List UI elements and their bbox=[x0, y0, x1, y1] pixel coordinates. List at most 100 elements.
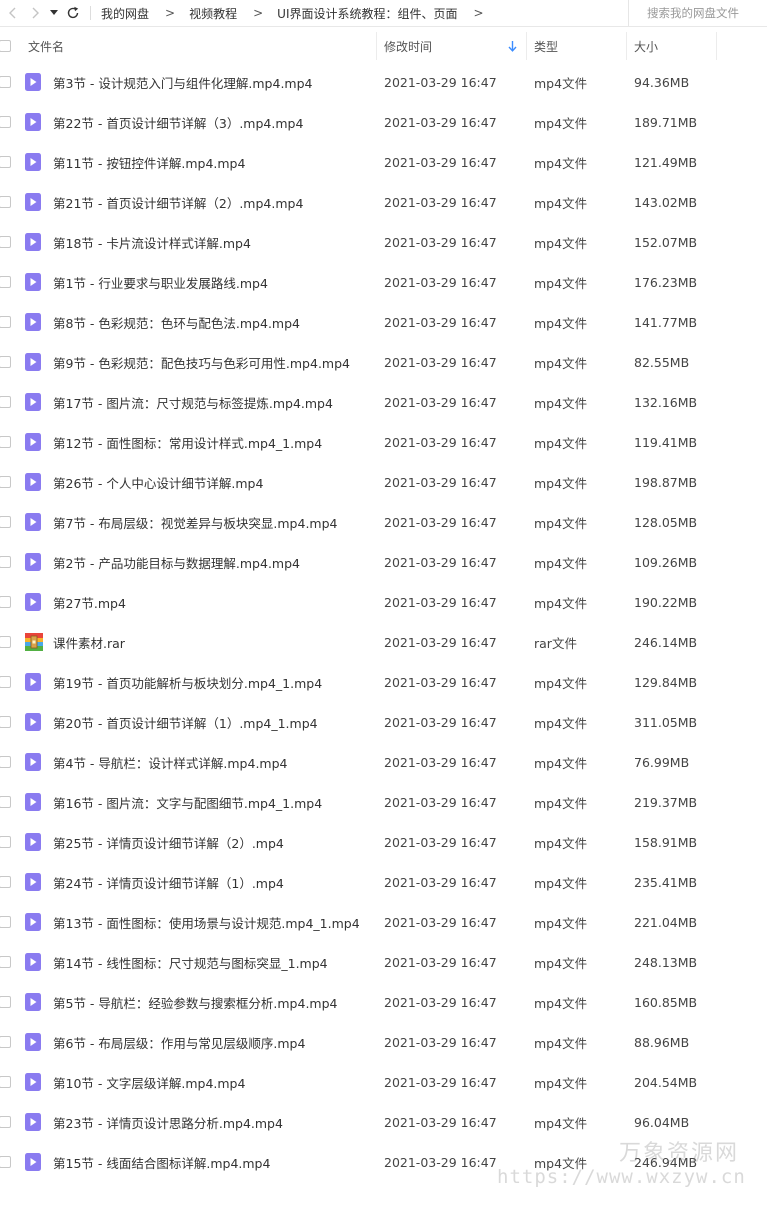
file-row[interactable]: 第14节 - 线性图标：尺寸规范与图标突显_1.mp4 2021-03-29 16… bbox=[0, 942, 767, 982]
file-name[interactable]: 第3节 - 设计规范入门与组件化理解.mp4.mp4 bbox=[53, 62, 313, 102]
file-row[interactable]: 第16节 - 图片流：文字与配图细节.mp4_1.mp4 2021-03-29 1… bbox=[0, 782, 767, 822]
file-row[interactable]: 第4节 - 导航栏：设计样式详解.mp4.mp4 2021-03-29 16:47… bbox=[0, 742, 767, 782]
row-checkbox[interactable] bbox=[0, 756, 11, 768]
select-all-checkbox[interactable] bbox=[0, 40, 11, 52]
file-name[interactable]: 第15节 - 线面结合图标详解.mp4.mp4 bbox=[53, 1142, 270, 1182]
column-divider[interactable] bbox=[526, 32, 527, 60]
row-checkbox[interactable] bbox=[0, 436, 11, 448]
file-row[interactable]: 第2节 - 产品功能目标与数据理解.mp4.mp4 2021-03-29 16:4… bbox=[0, 542, 767, 582]
row-checkbox[interactable] bbox=[0, 836, 11, 848]
refresh-icon[interactable] bbox=[62, 2, 84, 24]
row-checkbox[interactable] bbox=[0, 1156, 11, 1168]
file-name[interactable]: 第20节 - 首页设计细节详解（1）.mp4_1.mp4 bbox=[53, 702, 318, 742]
row-checkbox[interactable] bbox=[0, 476, 11, 488]
file-name[interactable]: 第11节 - 按钮控件详解.mp4.mp4 bbox=[53, 142, 245, 182]
file-row[interactable]: 第5节 - 导航栏：经验参数与搜索框分析.mp4.mp4 2021-03-29 1… bbox=[0, 982, 767, 1022]
row-checkbox[interactable] bbox=[0, 516, 11, 528]
file-row[interactable]: 课件素材.rar 2021-03-29 16:47 rar文件 246.14MB bbox=[0, 622, 767, 662]
file-name[interactable]: 第23节 - 详情页设计思路分析.mp4.mp4 bbox=[53, 1102, 283, 1142]
column-divider[interactable] bbox=[716, 32, 717, 60]
file-name[interactable]: 第8节 - 色彩规范：色环与配色法.mp4.mp4 bbox=[53, 302, 300, 342]
file-row[interactable]: 第26节 - 个人中心设计细节详解.mp4 2021-03-29 16:47 mp4… bbox=[0, 462, 767, 502]
column-name[interactable]: 文件名 bbox=[28, 30, 64, 62]
row-checkbox[interactable] bbox=[0, 956, 11, 968]
file-row[interactable]: 第21节 - 首页设计细节详解（2）.mp4.mp4 2021-03-29 16:… bbox=[0, 182, 767, 222]
row-checkbox[interactable] bbox=[0, 116, 11, 128]
row-checkbox[interactable] bbox=[0, 996, 11, 1008]
file-row[interactable]: 第19节 - 首页功能解析与板块划分.mp4_1.mp4 2021-03-29 1… bbox=[0, 662, 767, 702]
row-checkbox[interactable] bbox=[0, 596, 11, 608]
breadcrumb-item-video[interactable]: 视频教程 bbox=[187, 5, 239, 22]
breadcrumb-item-current[interactable]: UI界面设计系统教程：组件、页面 bbox=[275, 5, 459, 22]
file-name[interactable]: 第16节 - 图片流：文字与配图细节.mp4_1.mp4 bbox=[53, 782, 322, 822]
row-checkbox[interactable] bbox=[0, 396, 11, 408]
file-row[interactable]: 第17节 - 图片流：尺寸规范与标签提炼.mp4.mp4 2021-03-29 1… bbox=[0, 382, 767, 422]
file-row[interactable]: 第3节 - 设计规范入门与组件化理解.mp4.mp4 2021-03-29 16:… bbox=[0, 62, 767, 102]
row-checkbox[interactable] bbox=[0, 236, 11, 248]
row-checkbox[interactable] bbox=[0, 916, 11, 928]
row-checkbox[interactable] bbox=[0, 716, 11, 728]
history-dropdown-icon[interactable] bbox=[46, 2, 62, 24]
row-checkbox[interactable] bbox=[0, 636, 11, 648]
file-name[interactable]: 第18节 - 卡片流设计样式详解.mp4 bbox=[53, 222, 251, 262]
sort-arrow-down-icon[interactable] bbox=[508, 30, 517, 62]
row-checkbox[interactable] bbox=[0, 276, 11, 288]
file-row[interactable]: 第7节 - 布局层级：视觉差异与板块突显.mp4.mp4 2021-03-29 1… bbox=[0, 502, 767, 542]
file-name[interactable]: 第26节 - 个人中心设计细节详解.mp4 bbox=[53, 462, 263, 502]
row-checkbox[interactable] bbox=[0, 356, 11, 368]
file-row[interactable]: 第1节 - 行业要求与职业发展路线.mp4 2021-03-29 16:47 mp4… bbox=[0, 262, 767, 302]
file-row[interactable]: 第12节 - 面性图标：常用设计样式.mp4_1.mp4 2021-03-29 1… bbox=[0, 422, 767, 462]
file-row[interactable]: 第22节 - 首页设计细节详解（3）.mp4.mp4 2021-03-29 16:… bbox=[0, 102, 767, 142]
file-row[interactable]: 第20节 - 首页设计细节详解（1）.mp4_1.mp4 2021-03-29 1… bbox=[0, 702, 767, 742]
row-checkbox[interactable] bbox=[0, 196, 11, 208]
search-input[interactable] bbox=[645, 5, 767, 21]
file-name[interactable]: 第24节 - 详情页设计细节详解（1）.mp4 bbox=[53, 862, 284, 902]
file-name[interactable]: 第2节 - 产品功能目标与数据理解.mp4.mp4 bbox=[53, 542, 300, 582]
file-name[interactable]: 第12节 - 面性图标：常用设计样式.mp4_1.mp4 bbox=[53, 422, 322, 462]
row-checkbox[interactable] bbox=[0, 1076, 11, 1088]
column-type[interactable]: 类型 bbox=[534, 30, 558, 62]
forward-arrow-icon[interactable] bbox=[24, 2, 46, 24]
file-row[interactable]: 第10节 - 文字层级详解.mp4.mp4 2021-03-29 16:47 mp4… bbox=[0, 1062, 767, 1102]
row-checkbox[interactable] bbox=[0, 876, 11, 888]
file-row[interactable]: 第24节 - 详情页设计细节详解（1）.mp4 2021-03-29 16:47 m… bbox=[0, 862, 767, 902]
row-checkbox[interactable] bbox=[0, 556, 11, 568]
file-name[interactable]: 第6节 - 布局层级：作用与常见层级顺序.mp4 bbox=[53, 1022, 305, 1062]
row-checkbox[interactable] bbox=[0, 156, 11, 168]
file-row[interactable]: 第27节.mp4 2021-03-29 16:47 mp4文件 190.22MB bbox=[0, 582, 767, 622]
file-row[interactable]: 第13节 - 面性图标：使用场景与设计规范.mp4_1.mp4 2021-03-2… bbox=[0, 902, 767, 942]
file-name[interactable]: 第21节 - 首页设计细节详解（2）.mp4.mp4 bbox=[53, 182, 303, 222]
file-name[interactable]: 第22节 - 首页设计细节详解（3）.mp4.mp4 bbox=[53, 102, 303, 142]
file-name[interactable]: 第27节.mp4 bbox=[53, 582, 126, 622]
file-name[interactable]: 第7节 - 布局层级：视觉差异与板块突显.mp4.mp4 bbox=[53, 502, 338, 542]
file-row[interactable]: 第9节 - 色彩规范：配色技巧与色彩可用性.mp4.mp4 2021-03-29 … bbox=[0, 342, 767, 382]
file-row[interactable]: 第25节 - 详情页设计细节详解（2）.mp4 2021-03-29 16:47 m… bbox=[0, 822, 767, 862]
back-arrow-icon[interactable] bbox=[2, 2, 24, 24]
file-name[interactable]: 第14节 - 线性图标：尺寸规范与图标突显_1.mp4 bbox=[53, 942, 328, 982]
breadcrumb-chevron-icon[interactable]: > bbox=[459, 6, 495, 20]
column-divider[interactable] bbox=[626, 32, 627, 60]
row-checkbox[interactable] bbox=[0, 76, 11, 88]
row-checkbox[interactable] bbox=[0, 676, 11, 688]
row-checkbox[interactable] bbox=[0, 1036, 11, 1048]
file-row[interactable]: 第11节 - 按钮控件详解.mp4.mp4 2021-03-29 16:47 mp4… bbox=[0, 142, 767, 182]
file-name[interactable]: 课件素材.rar bbox=[53, 622, 125, 662]
file-row[interactable]: 第18节 - 卡片流设计样式详解.mp4 2021-03-29 16:47 mp4文… bbox=[0, 222, 767, 262]
file-name[interactable]: 第19节 - 首页功能解析与板块划分.mp4_1.mp4 bbox=[53, 662, 322, 702]
file-name[interactable]: 第25节 - 详情页设计细节详解（2）.mp4 bbox=[53, 822, 284, 862]
row-checkbox[interactable] bbox=[0, 316, 11, 328]
file-row[interactable]: 第8节 - 色彩规范：色环与配色法.mp4.mp4 2021-03-29 16:4… bbox=[0, 302, 767, 342]
file-name[interactable]: 第4节 - 导航栏：设计样式详解.mp4.mp4 bbox=[53, 742, 288, 782]
file-name[interactable]: 第5节 - 导航栏：经验参数与搜索框分析.mp4.mp4 bbox=[53, 982, 338, 1022]
row-checkbox[interactable] bbox=[0, 796, 11, 808]
file-name[interactable]: 第17节 - 图片流：尺寸规范与标签提炼.mp4.mp4 bbox=[53, 382, 333, 422]
row-checkbox[interactable] bbox=[0, 1116, 11, 1128]
file-name[interactable]: 第13节 - 面性图标：使用场景与设计规范.mp4_1.mp4 bbox=[53, 902, 360, 942]
breadcrumb-item-root[interactable]: 我的网盘 bbox=[99, 5, 151, 22]
column-modified-time[interactable]: 修改时间 bbox=[384, 30, 432, 62]
file-row[interactable]: 第6节 - 布局层级：作用与常见层级顺序.mp4 2021-03-29 16:47… bbox=[0, 1022, 767, 1062]
column-size[interactable]: 大小 bbox=[634, 30, 658, 62]
file-name[interactable]: 第9节 - 色彩规范：配色技巧与色彩可用性.mp4.mp4 bbox=[53, 342, 350, 382]
file-name[interactable]: 第1节 - 行业要求与职业发展路线.mp4 bbox=[53, 262, 268, 302]
column-divider[interactable] bbox=[376, 32, 377, 60]
